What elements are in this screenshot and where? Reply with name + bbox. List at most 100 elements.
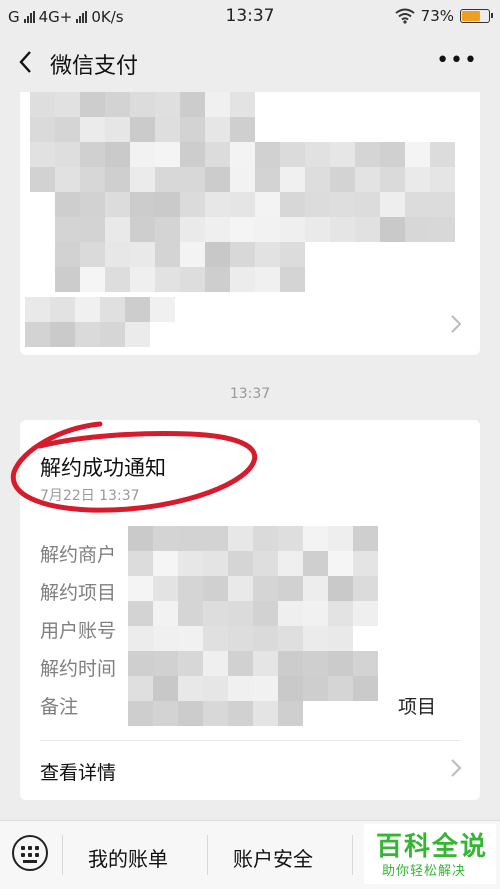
mosaic-block [405,242,430,267]
battery-percent: 73% [420,7,454,25]
mosaic-block [405,117,430,142]
notification-card[interactable]: 解约成功通知 7月22日 13:37 解约商户 解约项目 用户账号 解约时间 备… [20,420,480,800]
mosaic-block [203,526,228,551]
message-timestamp: 13:37 [229,386,271,402]
mosaic-block [380,192,405,217]
mosaic-block [80,117,105,142]
mosaic-block [178,651,203,676]
mosaic-block [230,167,255,192]
mosaic-block [153,526,178,551]
mosaic-block [180,142,205,167]
status-bar: G 4G+ 0K/s 13:37 73% [0,0,500,34]
mosaic-block [228,626,253,651]
mosaic-block [430,117,455,142]
mosaic-block [228,551,253,576]
mosaic-block [205,192,230,217]
mosaic-block [30,192,55,217]
mosaic-block [153,601,178,626]
mosaic-block [355,117,380,142]
mosaic-block [155,92,180,117]
wifi-icon [395,8,415,24]
mosaic-block [303,626,328,651]
mosaic-block [380,117,405,142]
mosaic-block [305,92,330,117]
chevron-left-icon[interactable] [14,48,38,76]
mosaic-block [25,322,50,347]
mosaic-block [228,651,253,676]
mosaic-block [75,322,100,347]
ellipsis-icon[interactable]: ••• [436,48,478,73]
mosaic-block [75,297,100,322]
menu-my-bills[interactable]: 我的账单 [88,843,168,872]
menu-separator [207,835,208,875]
mosaic-block [253,651,278,676]
mosaic-block [230,92,255,117]
mosaic-block [330,192,355,217]
mosaic-block [128,526,153,551]
mosaic-block [178,676,203,701]
mosaic-block [128,601,153,626]
mosaic-block [30,142,55,167]
mosaic-block [353,701,378,726]
mosaic-block [355,192,380,217]
mosaic-block [255,242,280,267]
blurred-message-card[interactable] [20,92,480,355]
mosaic-block [278,576,303,601]
mosaic-block [80,92,105,117]
battery-icon [460,9,493,23]
mosaic-block [230,142,255,167]
mosaic-block [80,167,105,192]
page-title: 微信支付 [50,54,139,79]
mosaic-block [355,242,380,267]
view-details-link[interactable]: 查看详情 [40,758,116,785]
mosaic-block [280,142,305,167]
chevron-right-icon [451,315,462,333]
mosaic-block [353,651,378,676]
mosaic-block [55,267,80,292]
mosaic-block [253,626,278,651]
keyboard-icon[interactable] [12,835,48,871]
mosaic-block [205,117,230,142]
mosaic-block [228,576,253,601]
mosaic-block [55,192,80,217]
mosaic-block [253,526,278,551]
mosaic-block [130,192,155,217]
mosaic-block [230,117,255,142]
mosaic-block [330,217,355,242]
status-right: 73% [395,7,493,25]
mosaic-block [430,92,455,117]
mosaic-block [203,651,228,676]
mosaic-block [153,626,178,651]
field-label-remark: 备注 [40,696,79,718]
mosaic-block [203,701,228,726]
mosaic-block [130,117,155,142]
mosaic-block [253,576,278,601]
menu-account-security[interactable]: 账户安全 [233,843,313,872]
mosaic-block [105,142,130,167]
field-value-remark: 项目 [398,696,437,718]
mosaic-block [128,626,153,651]
mosaic-block [155,267,180,292]
mosaic-block [130,142,155,167]
mosaic-block [130,167,155,192]
mosaic-block [280,92,305,117]
mosaic-block [278,551,303,576]
mosaic-block [430,142,455,167]
mosaic-block [105,92,130,117]
mosaic-block [228,701,253,726]
mosaic-block [353,626,378,651]
field-label-item: 解约项目 [40,582,117,604]
mosaic-block [30,267,55,292]
mosaic-block [125,322,150,347]
mosaic-block [230,192,255,217]
mosaic-block [55,167,80,192]
mosaic-block [303,526,328,551]
mosaic-block [25,297,50,322]
mosaic-block [130,242,155,267]
mosaic-block [128,676,153,701]
mosaic-block [380,217,405,242]
menu-separator [352,835,353,875]
mosaic-block [203,576,228,601]
mosaic-block [280,167,305,192]
mosaic-block [178,626,203,651]
